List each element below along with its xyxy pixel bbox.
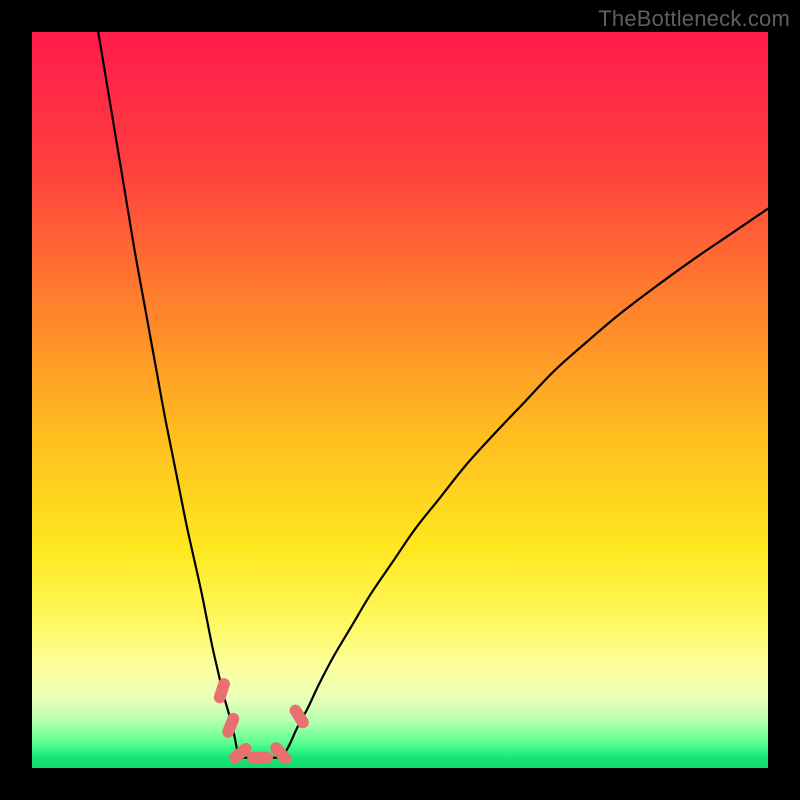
watermark-text: TheBottleneck.com: [598, 6, 790, 32]
plot-area: [32, 32, 768, 768]
gradient-background: [32, 32, 768, 768]
chart-frame: TheBottleneck.com: [0, 0, 800, 800]
curve-marker: [247, 752, 273, 764]
chart-svg: [32, 32, 768, 768]
